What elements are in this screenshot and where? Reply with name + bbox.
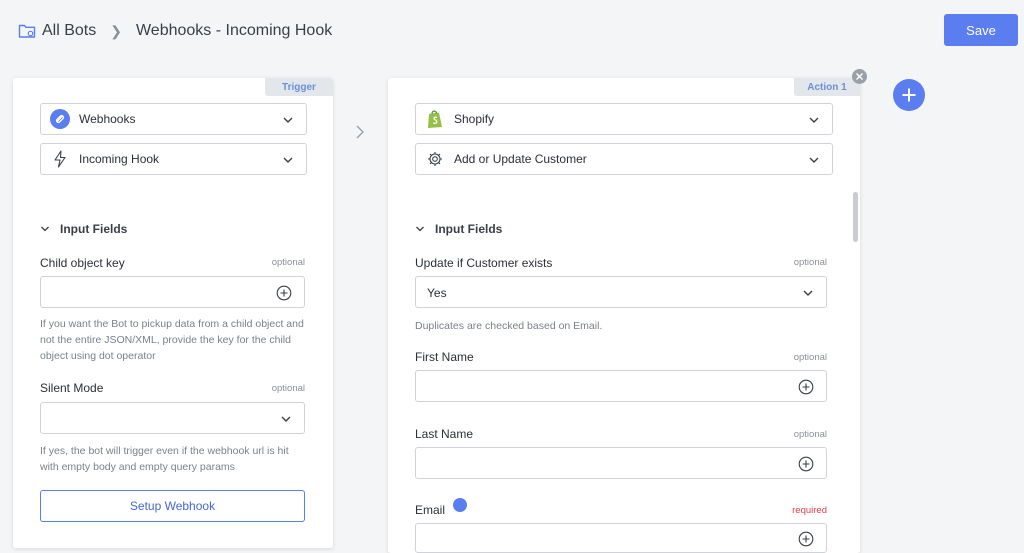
chevron-down-icon (283, 157, 293, 163)
first-name-input[interactable] (415, 370, 827, 402)
silent-mode-select[interactable] (40, 402, 305, 434)
bots-folder-icon (18, 24, 36, 38)
trigger-tag: Trigger (265, 78, 333, 96)
update-if-exists-select[interactable]: Yes (415, 276, 827, 308)
save-button[interactable]: Save (944, 14, 1018, 46)
optional-flag: optional (271, 383, 305, 394)
chevron-right-icon: ❯ (110, 22, 122, 39)
email-input[interactable] (415, 523, 827, 553)
action-event-select[interactable]: Add or Update Customer (415, 143, 833, 175)
last-name-input[interactable] (415, 447, 827, 479)
field-label: Child object key (40, 256, 125, 270)
help-text: If yes, the bot will trigger even if the… (40, 445, 289, 473)
plus-icon (902, 88, 916, 102)
trigger-app-label: Webhooks (79, 112, 136, 126)
chevron-down-icon (809, 157, 819, 163)
section-title: Input Fields (435, 222, 503, 236)
breadcrumb: All Bots ❯ Webhooks - Incoming Hook (18, 20, 332, 42)
top-bar: All Bots ❯ Webhooks - Incoming Hook Save (0, 0, 1024, 62)
scrollbar[interactable] (853, 192, 858, 242)
setup-webhook-button[interactable]: Setup Webhook (40, 490, 305, 522)
breadcrumb-current: Webhooks - Incoming Hook (135, 22, 333, 39)
action-app-label: Shopify (454, 112, 495, 126)
required-flag: required (792, 505, 827, 516)
chevron-down-icon (416, 226, 424, 232)
field-label: Update if Customer exists (415, 256, 553, 270)
selected-value: Yes (427, 286, 447, 300)
chevron-right-icon (356, 125, 364, 139)
trigger-event-select[interactable]: Incoming Hook (40, 143, 307, 175)
plus-circle-icon[interactable] (798, 379, 814, 395)
field-label: First Name (415, 350, 474, 364)
chevron-down-icon (809, 117, 819, 123)
add-action-button[interactable] (893, 79, 925, 111)
optional-flag: optional (793, 429, 827, 440)
chevron-down-icon (41, 226, 49, 232)
child-object-key-input[interactable] (40, 276, 305, 308)
shopify-icon (424, 108, 446, 130)
breadcrumb-all-bots[interactable]: All Bots (42, 22, 96, 40)
field-label: Email (415, 503, 446, 517)
help-text: Duplicates are checked based on Email. (415, 320, 603, 332)
optional-flag: optional (271, 257, 305, 268)
plus-circle-icon[interactable] (798, 456, 814, 472)
plus-circle-icon[interactable] (276, 285, 292, 301)
chevron-down-icon (283, 117, 293, 123)
trigger-event-label: Incoming Hook (79, 152, 160, 166)
chevron-down-icon (803, 290, 813, 296)
help-text: If you want the Bot to pickup data from … (40, 318, 304, 362)
field-label: Silent Mode (40, 381, 104, 395)
close-icon[interactable] (852, 69, 867, 84)
action-input-fields-toggle[interactable]: Input Fields (415, 222, 502, 236)
field-label: Last Name (415, 427, 474, 441)
trigger-app-select[interactable]: Webhooks (40, 103, 307, 135)
action-app-select[interactable]: Shopify (415, 103, 833, 135)
plus-circle-icon[interactable] (798, 531, 814, 547)
section-title: Input Fields (60, 222, 128, 236)
optional-flag: optional (793, 257, 827, 268)
trigger-input-fields-toggle[interactable]: Input Fields (40, 222, 127, 236)
action-event-label: Add or Update Customer (454, 152, 587, 166)
action-tag: Action 1 (794, 78, 860, 96)
lightning-icon (49, 148, 71, 170)
optional-flag: optional (793, 352, 827, 363)
status-dot (453, 498, 467, 512)
gear-icon (424, 148, 446, 170)
chevron-down-icon (281, 416, 291, 422)
link-icon (49, 108, 71, 130)
